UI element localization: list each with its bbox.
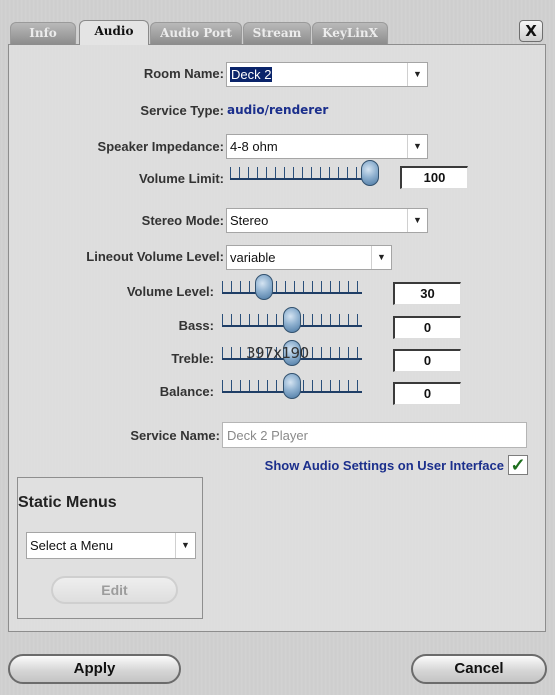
speaker-impedance-label: Speaker Impedance: <box>97 139 224 154</box>
tab-keylinx[interactable]: KeyLinX <box>312 22 388 44</box>
volume-limit-label: Volume Limit: <box>139 171 224 186</box>
tab-audio-port[interactable]: Audio Port <box>150 22 242 44</box>
volume-limit-value[interactable]: 100 <box>400 166 468 189</box>
size-overlay-text: 397x190 <box>246 344 309 362</box>
lineout-volume-combo[interactable]: variable ▼ <box>226 245 392 270</box>
chevron-down-icon[interactable]: ▼ <box>175 533 195 558</box>
show-audio-checkbox[interactable]: ✓ <box>508 455 528 475</box>
bass-slider[interactable] <box>222 307 362 334</box>
slider-knob[interactable] <box>361 160 379 186</box>
chevron-down-icon[interactable]: ▼ <box>407 63 427 86</box>
slider-knob[interactable] <box>283 307 301 333</box>
balance-slider[interactable] <box>222 373 362 400</box>
volume-limit-slider[interactable] <box>230 160 379 187</box>
static-menu-select-value: Select a Menu <box>30 538 114 553</box>
slider-track <box>230 178 370 180</box>
slider-track <box>222 292 362 294</box>
tab-stream[interactable]: Stream <box>243 22 311 44</box>
checkmark-icon: ✓ <box>510 455 526 475</box>
treble-value[interactable]: 0 <box>393 349 461 372</box>
room-name-label: Room Name: <box>143 66 224 81</box>
show-audio-settings-label[interactable]: Show Audio Settings on User Interface <box>265 458 504 473</box>
stereo-mode-label: Stereo Mode: <box>141 213 224 228</box>
chevron-down-icon[interactable]: ▼ <box>407 209 427 232</box>
static-menu-select[interactable]: Select a Menu ▼ <box>26 532 196 559</box>
stereo-mode-value: Stereo <box>230 213 269 228</box>
balance-value[interactable]: 0 <box>393 382 461 405</box>
bass-label: Bass: <box>178 318 214 333</box>
service-name-field[interactable]: Deck 2 Player <box>222 422 527 448</box>
treble-label: Treble: <box>171 351 214 366</box>
tab-audio[interactable]: Audio <box>79 20 149 45</box>
tab-info[interactable]: Info <box>10 22 76 44</box>
stereo-mode-combo[interactable]: Stereo ▼ <box>226 208 428 233</box>
service-name-label: Service Name: <box>130 428 220 443</box>
edit-button[interactable]: Edit <box>51 576 178 604</box>
room-name-combo[interactable]: Deck 2 ▼ <box>226 62 428 87</box>
volume-level-value[interactable]: 30 <box>393 282 461 305</box>
lineout-volume-value: variable <box>230 250 276 265</box>
bass-value[interactable]: 0 <box>393 316 461 339</box>
lineout-volume-label: Lineout Volume Level: <box>86 249 224 264</box>
slider-knob[interactable] <box>255 274 273 300</box>
static-menus-title: Static Menus <box>18 494 117 511</box>
volume-level-label: Volume Level: <box>126 284 214 299</box>
slider-knob[interactable] <box>283 373 301 399</box>
volume-level-slider[interactable] <box>222 274 362 301</box>
speaker-impedance-value: 4-8 ohm <box>230 139 278 154</box>
balance-label: Balance: <box>159 384 214 399</box>
service-type-label: Service Type: <box>140 103 224 118</box>
chevron-down-icon[interactable]: ▼ <box>371 246 391 269</box>
service-type-value: audio/renderer <box>227 103 329 117</box>
cancel-button[interactable]: Cancel <box>411 654 547 684</box>
speaker-impedance-combo[interactable]: 4-8 ohm ▼ <box>226 134 428 159</box>
chevron-down-icon[interactable]: ▼ <box>407 135 427 158</box>
close-icon[interactable]: X <box>519 20 543 42</box>
apply-button[interactable]: Apply <box>8 654 181 684</box>
room-name-value: Deck 2 <box>230 67 273 82</box>
